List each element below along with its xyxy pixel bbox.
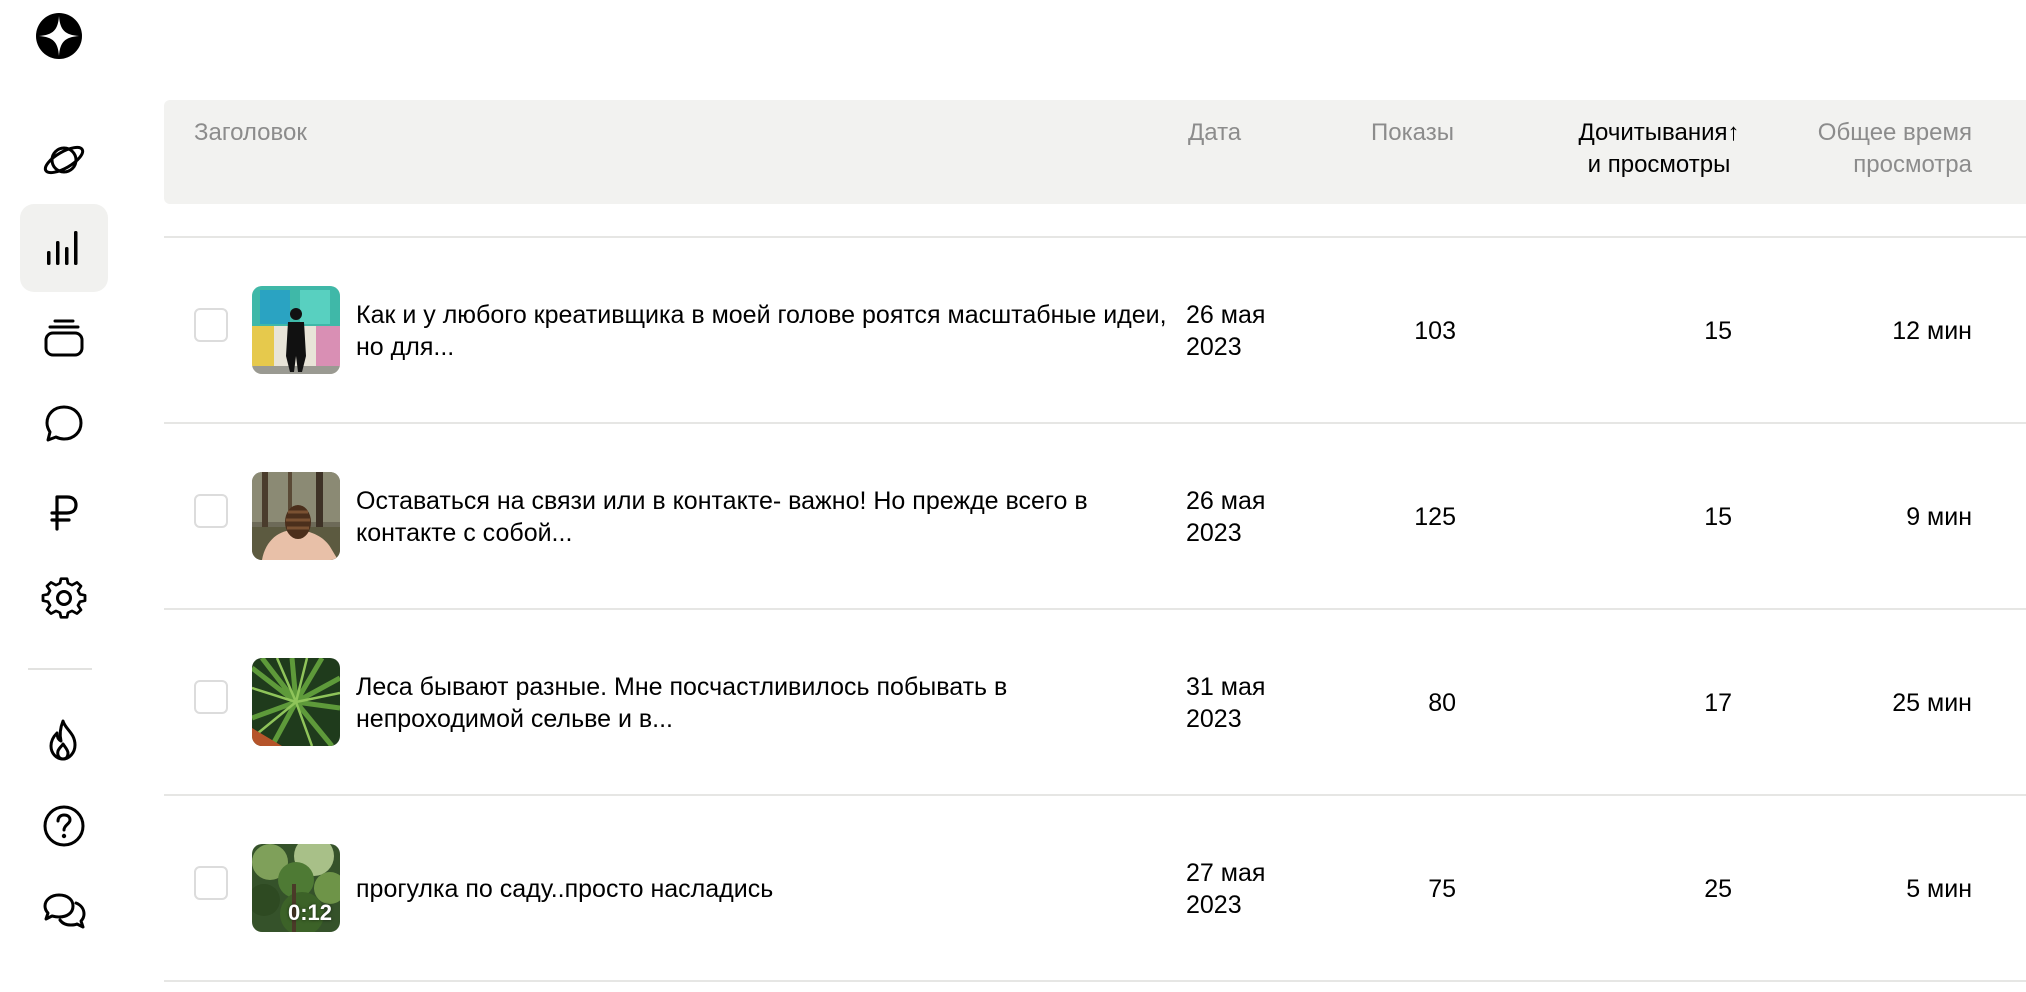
table-divider (164, 980, 2026, 982)
publication-date: 31 мая 2023 (1186, 671, 1306, 735)
nav-item-statistics[interactable] (20, 204, 108, 292)
nav-item-monetization[interactable] (20, 468, 108, 556)
video-thumbnail[interactable]: 0:12 (252, 844, 340, 932)
impressions-value: 80 (1428, 689, 1456, 717)
reads-value: 25 (1704, 875, 1732, 903)
stack-icon (44, 319, 84, 357)
date-year: 2023 (1186, 891, 1242, 919)
total-time-value: 9 мин (1906, 503, 1972, 531)
row-checkbox[interactable] (194, 866, 228, 900)
nav-item-promotion[interactable] (20, 696, 108, 784)
date-year: 2023 (1186, 519, 1242, 547)
help-icon (43, 805, 85, 847)
ruble-icon (50, 495, 78, 531)
star-logo-icon[interactable] (35, 12, 83, 60)
table-row[interactable]: Леса бывают разные. Мне посчастливилось … (164, 608, 2026, 796)
table-row[interactable]: Как и у любого креативщика в моей голове… (164, 236, 2026, 424)
video-duration-badge: 0:12 (287, 900, 332, 925)
total-time-value: 25 мин (1892, 689, 1972, 717)
date-day-month: 26 мая (1186, 301, 1266, 329)
messages-icon (43, 893, 86, 929)
thumbnail-image[interactable] (252, 286, 340, 374)
column-header-impressions[interactable]: Показы (1324, 117, 1454, 149)
publication-title[interactable]: Леса бывают разные. Мне посчастливилось … (356, 671, 1176, 735)
table-row[interactable]: Оставаться на связи или в контакте- важн… (164, 422, 2026, 610)
reads-value: 17 (1704, 689, 1732, 717)
publication-title[interactable]: Как и у любого креативщика в моей голове… (356, 299, 1176, 363)
row-checkbox[interactable] (194, 308, 228, 342)
reads-value: 15 (1704, 317, 1732, 345)
date-day-month: 31 мая (1186, 673, 1266, 701)
impressions-value: 103 (1414, 317, 1456, 345)
table-header: Заголовок Дата Показы Дочитывания↑ и про… (164, 100, 2026, 204)
date-year: 2023 (1186, 705, 1242, 733)
column-header-time-line2: просмотра (1853, 151, 1972, 178)
column-header-time-line1: Общее время (1817, 119, 1972, 146)
date-day-month: 26 мая (1186, 487, 1266, 515)
row-checkbox[interactable] (194, 680, 228, 714)
chat-bubble-icon (45, 405, 83, 442)
thumbnail-image[interactable] (252, 658, 340, 746)
column-header-reads-line1: Дочитывания↑ (1578, 119, 1740, 146)
impressions-value: 125 (1414, 503, 1456, 531)
sidebar-divider (28, 668, 92, 670)
flame-icon (49, 719, 77, 761)
nav-item-settings[interactable] (20, 556, 108, 644)
publication-title[interactable]: прогулка по саду..просто насладись (356, 873, 1176, 905)
planet-icon (43, 145, 85, 175)
nav-item-help[interactable] (20, 782, 108, 870)
nav-item-channel[interactable] (20, 116, 108, 204)
date-day-month: 27 мая (1186, 859, 1266, 887)
column-header-date[interactable]: Дата (1188, 117, 1241, 149)
impressions-value: 75 (1428, 875, 1456, 903)
total-time-value: 12 мин (1892, 317, 1972, 345)
publication-title[interactable]: Оставаться на связи или в контакте- важн… (356, 485, 1176, 549)
publication-date: 26 мая 2023 (1186, 299, 1306, 363)
table-row[interactable]: 0:12 прогулка по саду..просто насладись … (164, 794, 2026, 982)
thumbnail-image[interactable] (252, 472, 340, 560)
reads-value: 15 (1704, 503, 1732, 531)
gear-icon (41, 577, 87, 619)
bar-chart-icon (47, 231, 78, 265)
publication-date: 26 мая 2023 (1186, 485, 1306, 549)
column-header-title[interactable]: Заголовок (194, 117, 307, 149)
nav-item-publications[interactable] (20, 294, 108, 382)
total-time-value: 5 мин (1906, 875, 1972, 903)
publication-date: 27 мая 2023 (1186, 857, 1306, 921)
row-checkbox[interactable] (194, 494, 228, 528)
column-header-reads[interactable]: Дочитывания↑ и просмотры (1554, 117, 1764, 181)
column-header-total-time[interactable]: Общее время просмотра (1764, 117, 1972, 181)
date-year: 2023 (1186, 333, 1242, 361)
sidebar (0, 0, 128, 992)
nav-item-support-chat[interactable] (20, 868, 108, 956)
column-header-reads-line2: и просмотры (1587, 151, 1731, 178)
nav-item-comments[interactable] (20, 380, 108, 468)
